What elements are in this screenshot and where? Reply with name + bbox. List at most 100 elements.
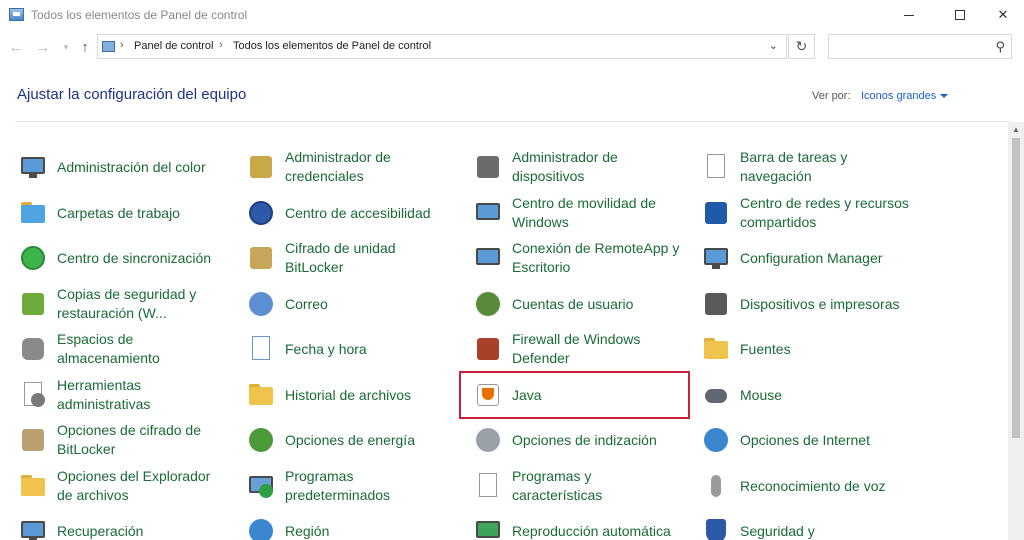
control-panel-item[interactable]: Centro de redes y recursos compartidos <box>700 193 925 233</box>
forward-button[interactable]: → <box>34 37 52 57</box>
control-panel-item[interactable]: Espacios de almacenamiento <box>17 329 242 369</box>
configuration-manager-icon-part <box>704 248 728 265</box>
configuration-manager-icon-part <box>712 265 720 269</box>
item-label-line: Firewall de Windows <box>512 331 641 347</box>
default-programs-icon <box>245 470 277 502</box>
control-panel-item[interactable]: Mouse <box>700 375 925 415</box>
control-panel-item[interactable]: Copias de seguridad y restauración (W... <box>17 284 242 324</box>
item-label: Correo <box>285 295 465 314</box>
vertical-scrollbar[interactable]: ▲ <box>1008 122 1024 540</box>
control-panel-item[interactable]: Centro de accesibilidad <box>245 193 470 233</box>
item-label: Recuperación <box>57 522 237 540</box>
breadcrumb-item[interactable]: Todos los elementos de Panel de control <box>233 40 431 52</box>
refresh-button[interactable]: ↻ <box>788 34 815 59</box>
control-panel-item[interactable]: Seguridad y <box>700 511 925 540</box>
item-label-line: Seguridad y <box>740 522 815 539</box>
close-button[interactable]: ✕ <box>980 0 1024 30</box>
control-panel-item[interactable]: Barra de tareas y navegación <box>700 147 925 187</box>
minimize-button[interactable] <box>886 0 932 30</box>
control-panel-item[interactable]: Opciones de cifrado de BitLocker <box>17 420 242 460</box>
control-panel-item[interactable]: Programas predeterminados <box>245 466 470 506</box>
up-button[interactable]: ↑ <box>76 37 94 57</box>
control-panel-item[interactable]: Administración del color <box>17 147 242 187</box>
control-panel-item[interactable]: Región <box>245 511 470 540</box>
power-options-icon <box>245 424 277 456</box>
programs-features-icon <box>472 470 504 502</box>
mobility-center-icon <box>472 197 504 229</box>
control-panel-item[interactable]: Centro de movilidad de Windows <box>472 193 697 233</box>
arrow-right-icon: → <box>35 38 51 56</box>
scrollbar-thumb[interactable] <box>1012 138 1020 438</box>
item-label-line: Escritorio <box>512 259 571 275</box>
remoteapp-icon-part <box>476 248 500 265</box>
recent-locations-button[interactable]: ▾ <box>57 37 75 57</box>
address-bar[interactable]: › Panel de control › Todos los elementos… <box>97 34 787 59</box>
item-label-line: Mouse <box>740 386 783 403</box>
item-label-line: Cuentas de usuario <box>512 295 634 312</box>
control-panel-item[interactable]: Carpetas de trabajo <box>17 193 242 233</box>
item-label: Barra de tareas y navegación <box>740 148 920 186</box>
control-panel-icon <box>9 8 24 21</box>
item-label-line: Conexión de RemoteApp y <box>512 240 680 256</box>
user-accounts-icon <box>472 288 504 320</box>
control-panel-item[interactable]: Dispositivos e impresoras <box>700 284 925 324</box>
control-panel-item[interactable]: Opciones de indización <box>472 420 697 460</box>
item-label-line: Defender <box>512 350 570 366</box>
control-panel-item[interactable]: Historial de archivos <box>245 375 470 415</box>
back-button[interactable]: ← <box>7 37 25 57</box>
page-title: Ajustar la configuración del equipo <box>17 86 247 103</box>
item-label: Mouse <box>740 386 920 405</box>
internet-options-icon-part <box>704 428 728 452</box>
control-panel-item[interactable]: Administrador de dispositivos <box>472 147 697 187</box>
arrow-left-icon: ← <box>8 38 24 56</box>
bitlocker-options-icon-part <box>22 429 44 451</box>
programs-features-icon-part <box>479 473 497 497</box>
control-panel-item[interactable]: Configuration Manager <box>700 238 925 278</box>
control-panel-item[interactable]: Opciones del Explorador de archivos <box>17 466 242 506</box>
address-dropdown-icon[interactable]: ⌄ <box>769 39 778 52</box>
divider <box>15 121 1009 122</box>
network-center-icon <box>700 197 732 229</box>
control-panel-item[interactable]: Reconocimiento de voz <box>700 466 925 506</box>
item-label: Administrador de dispositivos <box>512 148 692 186</box>
control-panel-item[interactable]: Conexión de RemoteApp y Escritorio <box>472 238 697 278</box>
item-label-line: restauración (W... <box>57 305 167 321</box>
control-panel-item[interactable]: Opciones de energía <box>245 420 470 460</box>
control-panel-item[interactable]: Centro de sincronización <box>17 238 242 278</box>
control-panel-item[interactable]: Fecha y hora <box>245 329 470 369</box>
control-panel-item[interactable]: Programas y características <box>472 466 697 506</box>
mouse-icon <box>700 379 732 411</box>
device-manager-icon <box>472 151 504 183</box>
region-icon <box>245 515 277 540</box>
control-panel-item[interactable]: Cuentas de usuario <box>472 284 697 324</box>
scroll-up-icon[interactable]: ▲ <box>1012 125 1020 134</box>
item-label-line: Administrador de <box>512 149 618 165</box>
autoplay-icon-part <box>476 521 500 538</box>
file-history-icon <box>245 379 277 411</box>
item-label: Historial de archivos <box>285 386 465 405</box>
control-panel-item[interactable]: Opciones de Internet <box>700 420 925 460</box>
work-folders-icon <box>17 197 49 229</box>
item-label: Firewall de Windows Defender <box>512 330 692 368</box>
control-panel-item[interactable]: Fuentes <box>700 329 925 369</box>
backup-restore-icon-part <box>22 293 44 315</box>
control-panel-item[interactable]: Cifrado de unidad BitLocker <box>245 238 470 278</box>
maximize-button[interactable] <box>937 0 983 30</box>
arrow-up-icon: ↑ <box>81 38 89 56</box>
item-label: Herramientas administrativas <box>57 376 237 414</box>
control-panel-item[interactable]: Herramientas administrativas <box>17 375 242 415</box>
control-panel-item[interactable]: Firewall de Windows Defender <box>472 329 697 369</box>
item-label-line: Correo <box>285 295 328 312</box>
item-label-line: Espacios de <box>57 331 134 347</box>
breadcrumb-separator-icon: › <box>219 39 223 51</box>
item-label-line: administrativas <box>57 396 151 412</box>
item-label-line: Barra de tareas y <box>740 149 848 165</box>
breadcrumb-item[interactable]: Panel de control <box>134 40 214 52</box>
control-panel-item[interactable]: Recuperación <box>17 511 242 540</box>
color-management-icon <box>17 151 49 183</box>
view-by-dropdown[interactable]: Iconos grandes <box>861 90 949 102</box>
control-panel-item[interactable]: Reproducción automática <box>472 511 697 540</box>
search-input[interactable]: ⚲ <box>828 34 1012 59</box>
control-panel-item[interactable]: Correo <box>245 284 470 324</box>
control-panel-item[interactable]: Administrador de credenciales <box>245 147 470 187</box>
